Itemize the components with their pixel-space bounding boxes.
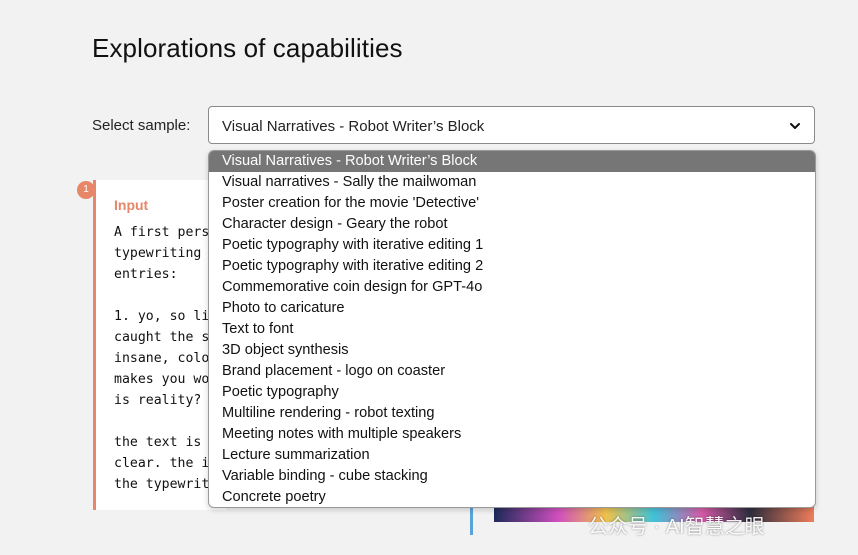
input-heading: Input <box>114 197 149 213</box>
dropdown-option[interactable]: Visual narratives - Sally the mailwoman <box>209 172 815 193</box>
dropdown-option[interactable]: Brand placement - logo on coaster <box>209 361 815 382</box>
page-title: Explorations of capabilities <box>92 33 403 63</box>
dropdown-option[interactable]: Text to font <box>209 319 815 340</box>
dropdown-option[interactable]: Commemorative coin design for GPT-4o <box>209 277 815 298</box>
step-badge: 1 <box>77 181 95 199</box>
dropdown-option[interactable]: Visual Narratives - Robot Writer’s Block <box>209 151 815 172</box>
dropdown-option[interactable]: Meeting notes with multiple speakers <box>209 424 815 445</box>
dropdown-option[interactable]: Multiline rendering - robot texting <box>209 403 815 424</box>
dropdown-option[interactable]: Lecture summarization <box>209 445 815 466</box>
dropdown-option[interactable]: Poetic typography <box>209 382 815 403</box>
dropdown-option[interactable]: Concrete poetry <box>209 487 815 507</box>
chevron-down-icon <box>790 123 800 129</box>
dropdown-option[interactable]: 3D object synthesis <box>209 340 815 361</box>
select-value: Visual Narratives - Robot Writer’s Block <box>222 118 485 135</box>
watermark: 公众号 · AI智慧之眼 <box>588 516 765 538</box>
dropdown-option[interactable]: Poetic typography with iterative editing… <box>209 256 815 277</box>
sample-select[interactable]: Visual Narratives - Robot Writer’s Block <box>208 106 815 144</box>
dropdown-option[interactable]: Variable binding - cube stacking <box>209 466 815 487</box>
dropdown-option[interactable]: Photo to caricature <box>209 298 815 319</box>
select-sample-label: Select sample: <box>92 117 191 134</box>
dropdown-option[interactable]: Poster creation for the movie 'Detective… <box>209 193 815 214</box>
sample-dropdown-list[interactable]: Visual Narratives - Robot Writer’s Block… <box>208 150 816 508</box>
dropdown-option[interactable]: Poetic typography with iterative editing… <box>209 235 815 256</box>
dropdown-option[interactable]: Character design - Geary the robot <box>209 214 815 235</box>
output-divider <box>470 505 473 535</box>
